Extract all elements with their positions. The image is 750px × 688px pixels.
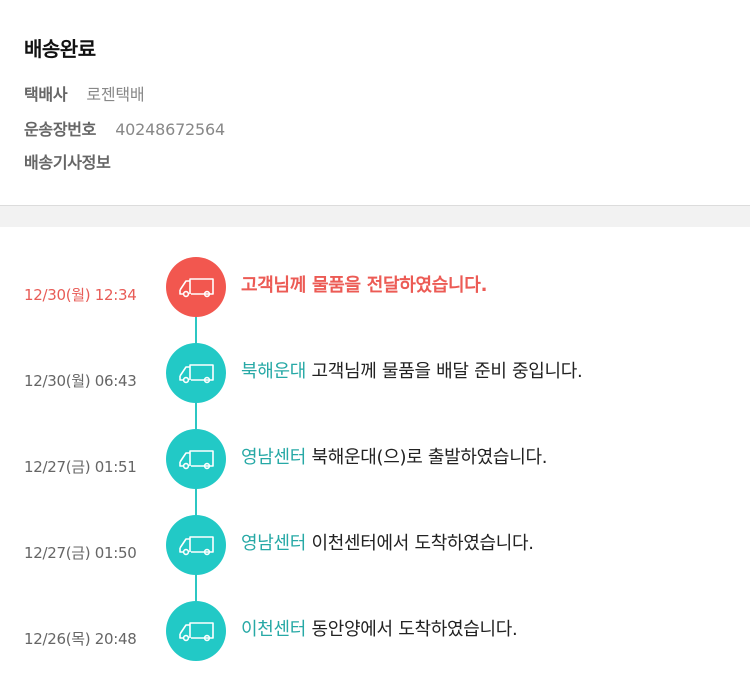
event-message-text: 고객님께 물품을 전달하였습니다.	[241, 275, 488, 296]
event-message: 이천센터 동안양에서 도착하였습니다.	[241, 615, 518, 641]
event-status-circle	[166, 515, 226, 575]
courier-value: 로젠택배	[86, 85, 145, 104]
courier-label: 택배사	[24, 85, 68, 104]
event-status-circle	[166, 429, 226, 489]
timeline-event: 12/27(금) 01:50 영남센터 이천센터에서 도착하였습니다.	[0, 515, 750, 575]
truck-icon	[179, 278, 214, 298]
event-location: 영남센터	[241, 447, 307, 468]
truck-icon	[179, 450, 214, 470]
event-message-text: 고객님께 물품을 배달 준비 중입니다.	[311, 361, 583, 382]
timeline-event: 12/30(월) 06:43 북해운대 고객님께 물품을 배달 준비 중입니다.	[0, 343, 750, 403]
event-status-circle	[166, 343, 226, 403]
truck-icon	[179, 536, 214, 556]
timeline-event: 12/26(목) 20:48 이천센터 동안양에서 도착하였습니다.	[0, 601, 750, 661]
event-time: 12/26(목) 20:48	[24, 630, 137, 648]
event-message: 영남센터 이천센터에서 도착하였습니다.	[241, 529, 534, 555]
tracking-label: 운송장번호	[24, 120, 97, 139]
timeline-event: 12/27(금) 01:51 영남센터 북해운대(으)로 출발하였습니다.	[0, 429, 750, 489]
event-message: 영남센터 북해운대(으)로 출발하였습니다.	[241, 443, 547, 469]
delivery-summary: 배송완료 택배사 로젠택배 운송장번호 40248672564 배송기사정보	[0, 0, 750, 205]
event-message-text: 이천센터에서 도착하였습니다.	[311, 533, 534, 554]
event-message-text: 북해운대(으)로 출발하였습니다.	[311, 447, 548, 468]
event-location: 영남센터	[241, 533, 307, 554]
tracking-row: 운송장번호 40248672564	[24, 116, 225, 140]
event-status-circle	[166, 257, 226, 317]
driver-info-row[interactable]: 배송기사정보	[24, 149, 111, 173]
event-time: 12/30(월) 12:34	[24, 286, 137, 304]
event-time: 12/27(금) 01:50	[24, 544, 137, 562]
event-status-circle	[166, 601, 226, 661]
event-message: 고객님께 물품을 전달하였습니다.	[241, 271, 487, 297]
event-location: 이천센터	[241, 619, 307, 640]
delivery-status-title: 배송완료	[24, 37, 96, 61]
courier-row: 택배사 로젠택배	[24, 81, 145, 105]
event-message-text: 동안양에서 도착하였습니다.	[311, 619, 518, 640]
event-time: 12/30(월) 06:43	[24, 372, 137, 390]
event-location: 북해운대	[241, 361, 307, 382]
tracking-timeline: 12/30(월) 12:34 고객님께 물품을 전달하였습니다. 12/30(월…	[0, 227, 750, 688]
event-time: 12/27(금) 01:51	[24, 458, 137, 476]
section-divider	[0, 205, 750, 227]
truck-icon	[179, 622, 214, 642]
driver-info-label[interactable]: 배송기사정보	[24, 153, 111, 172]
timeline-event: 12/30(월) 12:34 고객님께 물품을 전달하였습니다.	[0, 257, 750, 317]
event-message: 북해운대 고객님께 물품을 배달 준비 중입니다.	[241, 357, 583, 383]
tracking-number: 40248672564	[115, 120, 225, 139]
truck-icon	[179, 364, 214, 384]
